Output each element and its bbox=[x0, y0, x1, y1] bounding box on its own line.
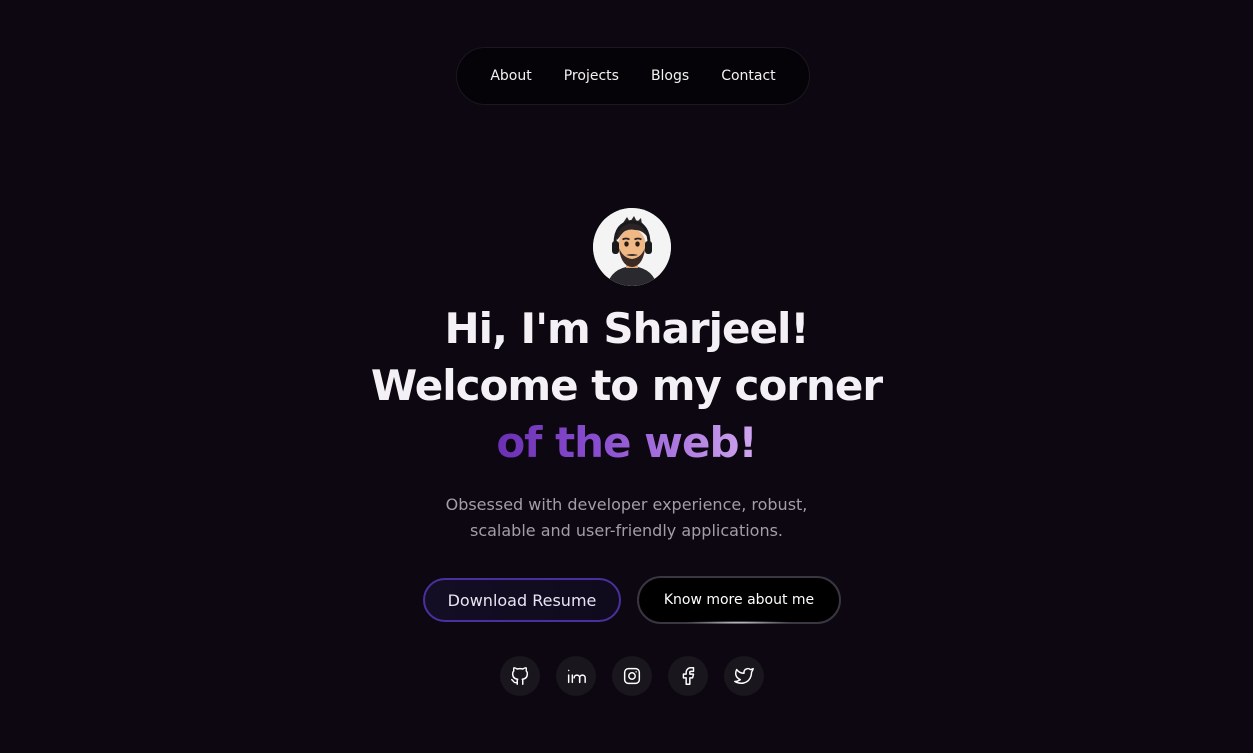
hero-line-1: Hi, I'm Sharjeel! bbox=[444, 304, 809, 353]
linkedin-icon bbox=[567, 669, 586, 684]
social-links bbox=[500, 656, 764, 696]
nav-item-projects[interactable]: Projects bbox=[548, 68, 635, 84]
instagram-icon bbox=[623, 667, 641, 685]
facebook-link[interactable] bbox=[668, 656, 708, 696]
avatar bbox=[593, 208, 671, 286]
hero-heading: Hi, I'm Sharjeel! Welcome to my corner o… bbox=[0, 300, 1253, 471]
hero-line-3-accent: of the web! bbox=[496, 418, 757, 467]
linkedin-link[interactable] bbox=[556, 656, 596, 696]
facebook-icon bbox=[682, 667, 695, 685]
twitter-link[interactable] bbox=[724, 656, 764, 696]
twitter-icon bbox=[734, 667, 754, 684]
download-resume-button[interactable]: Download Resume bbox=[423, 578, 621, 622]
know-more-button[interactable]: Know more about me bbox=[637, 576, 841, 624]
nav-item-contact[interactable]: Contact bbox=[705, 68, 791, 84]
download-resume-label: Download Resume bbox=[447, 590, 597, 610]
nav-item-blogs[interactable]: Blogs bbox=[635, 68, 705, 84]
nav-item-about[interactable]: About bbox=[474, 68, 547, 84]
hero-subtitle: Obsessed with developer experience, robu… bbox=[0, 492, 1253, 544]
github-link[interactable] bbox=[500, 656, 540, 696]
know-more-label: Know more about me bbox=[663, 592, 815, 608]
instagram-link[interactable] bbox=[612, 656, 652, 696]
avatar-icon bbox=[593, 208, 671, 286]
page: About Projects Blogs Contact Hi, I'm Sha… bbox=[0, 0, 1253, 753]
button-glow bbox=[684, 621, 794, 624]
hero-line-2: Welcome to my corner bbox=[370, 361, 883, 410]
top-nav: About Projects Blogs Contact bbox=[456, 47, 810, 105]
github-icon bbox=[511, 667, 529, 685]
subtitle-line-2: scalable and user-friendly applications. bbox=[469, 521, 784, 540]
subtitle-line-1: Obsessed with developer experience, robu… bbox=[445, 495, 808, 514]
